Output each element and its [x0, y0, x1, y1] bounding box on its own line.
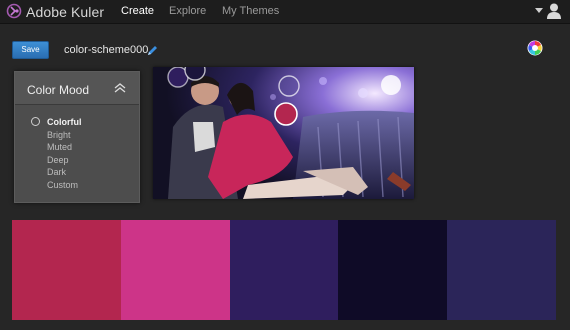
user-icon[interactable]	[546, 2, 562, 20]
top-nav-bar: Adobe Kuler Create Explore My Themes	[0, 0, 570, 24]
mood-option-custom[interactable]: Custom	[47, 180, 78, 190]
swatch-5[interactable]	[447, 220, 556, 320]
pencil-icon[interactable]	[147, 45, 158, 56]
save-button[interactable]: Save	[12, 41, 49, 59]
color-mood-panel: Color Mood Colorful Bright Muted Deep Da…	[14, 71, 140, 203]
color-mood-header[interactable]: Color Mood	[15, 72, 139, 105]
mood-radio-colorful[interactable]	[31, 117, 40, 126]
nav-create[interactable]: Create	[121, 5, 154, 17]
kuler-logo-icon[interactable]	[6, 3, 22, 19]
mood-option-deep[interactable]: Deep	[47, 155, 69, 165]
swatch-1[interactable]	[12, 220, 121, 320]
chevron-up-icon[interactable]	[114, 83, 126, 93]
mood-option-bright[interactable]: Bright	[47, 130, 71, 140]
mood-option-colorful[interactable]: Colorful	[47, 117, 82, 127]
mood-option-dark[interactable]: Dark	[47, 167, 66, 177]
nav-explore[interactable]: Explore	[169, 5, 206, 17]
color-mood-title: Color Mood	[27, 83, 90, 97]
chevron-down-icon[interactable]	[535, 8, 543, 14]
swatch-4[interactable]	[338, 220, 447, 320]
swatch-3[interactable]	[230, 220, 338, 320]
source-photo[interactable]	[153, 67, 414, 199]
color-swatches	[12, 220, 556, 320]
color-wheel-icon[interactable]	[527, 40, 543, 56]
nav-my-themes[interactable]: My Themes	[222, 5, 279, 17]
swatch-2[interactable]	[121, 220, 230, 320]
mood-option-muted[interactable]: Muted	[47, 142, 72, 152]
app-brand[interactable]: Adobe Kuler	[26, 4, 104, 20]
scheme-name-field[interactable]: color-scheme000	[64, 44, 148, 56]
photo-illustration	[153, 67, 414, 199]
